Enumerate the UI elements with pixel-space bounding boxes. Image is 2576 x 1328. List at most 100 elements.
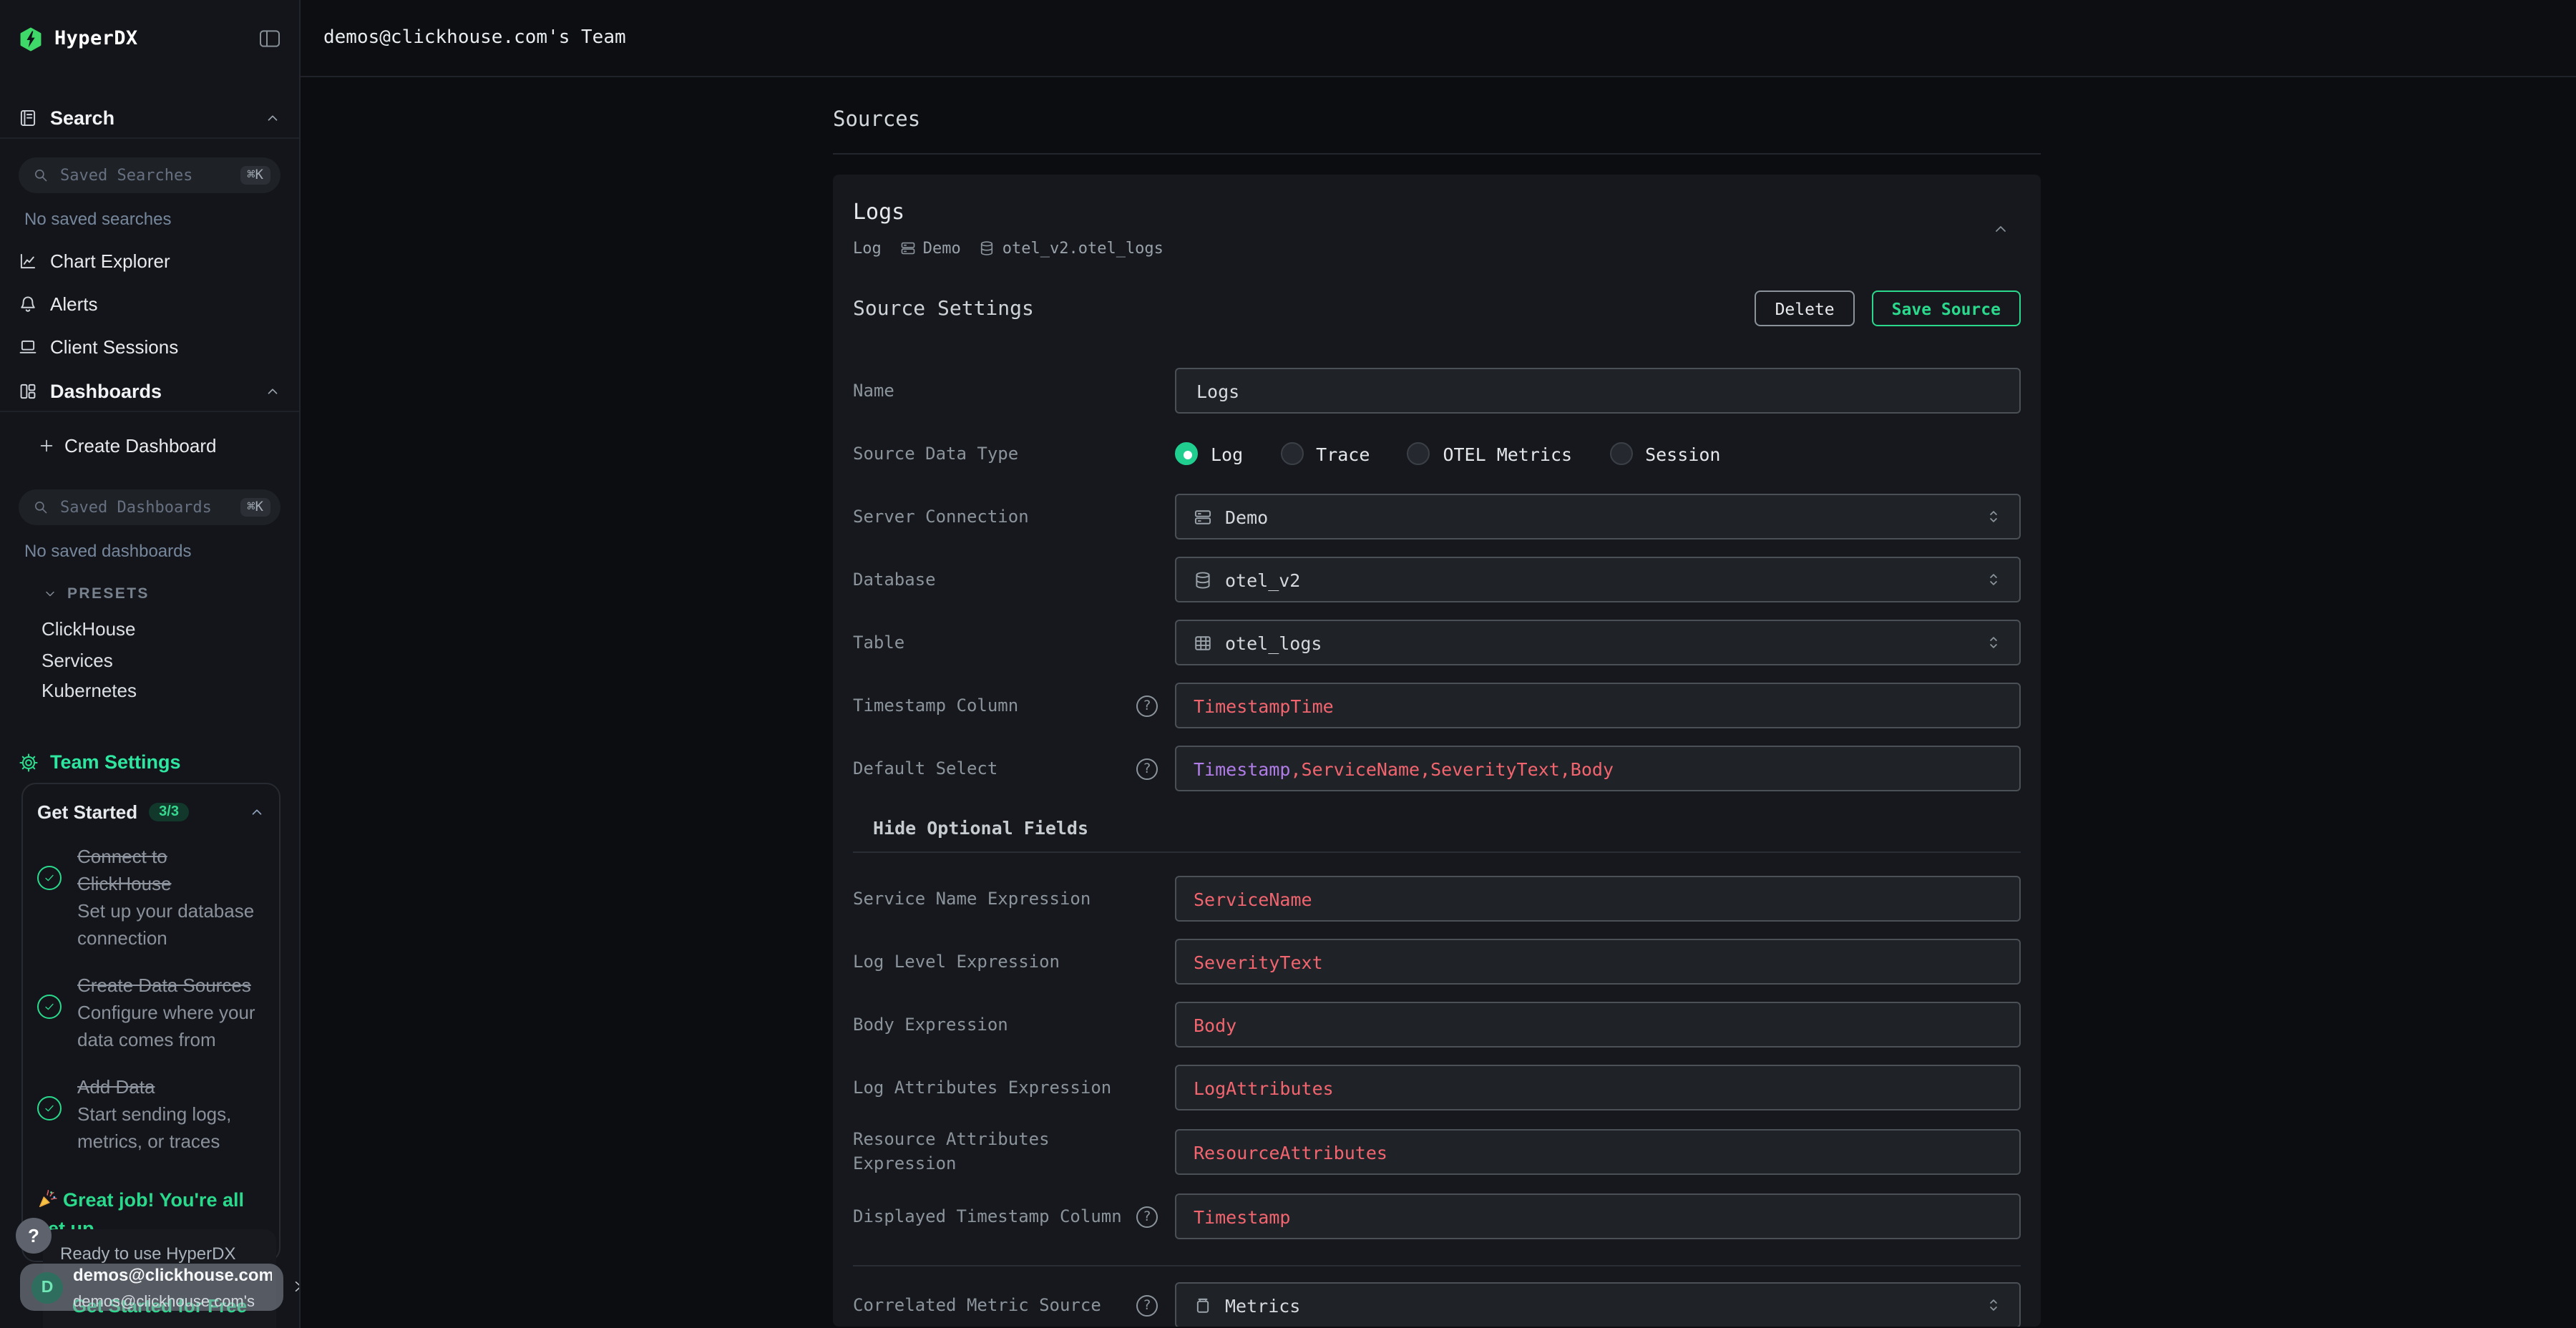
get-started-item-desc: Configure where your data comes from: [77, 1002, 255, 1050]
log-attributes-expression-input[interactable]: LogAttributes: [1175, 1065, 2021, 1110]
service-name-expression-input[interactable]: ServiceName: [1175, 876, 2021, 922]
check-circle-icon: [37, 866, 62, 890]
sidebar-item-client-sessions[interactable]: Client Sessions: [0, 325, 299, 368]
database-label: Database: [853, 567, 1175, 592]
name-textfield[interactable]: [1194, 379, 2002, 403]
field-row-displayed-timestamp-column: Displayed Timestamp Column?Timestamp: [853, 1193, 2021, 1239]
connection-badge: Demo: [900, 239, 961, 258]
sidebar-nav: Chart Explorer Alerts Client Sessions: [0, 239, 299, 368]
hide-optional-fields-toggle[interactable]: Hide Optional Fields: [873, 817, 2021, 839]
no-saved-dashboards-text: No saved dashboards: [24, 541, 299, 561]
source-badges: Log Demo: [853, 239, 2021, 258]
default-select-input[interactable]: Timestamp,ServiceName,SeverityText,Body: [1175, 746, 2021, 791]
chevron-up-icon[interactable]: [265, 383, 280, 399]
field-row-resource-attributes-expression: Resource Attributes ExpressionResourceAt…: [853, 1128, 2021, 1176]
default-select-help-icon[interactable]: ?: [1136, 758, 1158, 779]
divider: [853, 1265, 2021, 1266]
chevron-up-down-icon: [1985, 1295, 2002, 1315]
table-icon: [1194, 633, 1212, 652]
radio-dot[interactable]: [1280, 442, 1303, 465]
server-icon: [900, 240, 916, 256]
metrics-icon: [1194, 1296, 1212, 1314]
server-connection-select[interactable]: Demo: [1175, 494, 2021, 540]
check-circle-icon: [37, 995, 62, 1019]
magnifier-icon: [33, 167, 49, 183]
avatar: D: [31, 1271, 63, 1303]
saved-searches-input[interactable]: [57, 165, 240, 186]
radio-session[interactable]: Session: [1609, 442, 1720, 465]
get-started-progress-badge: 3/3: [149, 803, 189, 821]
correlated-metric-source-value: Metrics: [1225, 1294, 1300, 1316]
radio-dot[interactable]: [1407, 442, 1430, 465]
radio-otel-metrics[interactable]: OTEL Metrics: [1407, 442, 1572, 465]
topbar: demos@clickhouse.com's Team: [301, 0, 2576, 77]
table-label: Table: [853, 630, 1175, 655]
field-row-log-level-expression: Log Level ExpressionSeverityText: [853, 939, 2021, 985]
field-row-table: Tableotel_logs: [853, 620, 2021, 665]
hyperdx-logo-icon: [19, 26, 43, 51]
table-select[interactable]: otel_logs: [1175, 620, 2021, 665]
get-started-header: Get Started 3/3: [37, 801, 265, 823]
sidebar-item-team-settings[interactable]: Team Settings: [0, 741, 299, 783]
party-popper-icon: [37, 1189, 57, 1209]
radio-dot[interactable]: [1609, 442, 1632, 465]
field-row-correlated-metric-source: Correlated Metric Source?Metrics: [853, 1282, 2021, 1327]
correlated-metric-source-select[interactable]: Metrics: [1175, 1282, 2021, 1327]
delete-button[interactable]: Delete: [1755, 290, 1855, 326]
saved-dashboards-input[interactable]: [57, 497, 240, 518]
resource-attributes-expression-input[interactable]: ResourceAttributes: [1175, 1129, 2021, 1175]
create-dashboard-button[interactable]: Create Dashboard: [0, 424, 299, 467]
timestamp-column-help-icon[interactable]: ?: [1136, 695, 1158, 716]
radio-trace[interactable]: Trace: [1280, 442, 1370, 465]
field-row-source-data-type: Source Data TypeLogTraceOTEL MetricsSess…: [853, 431, 2021, 477]
server-icon: [1194, 507, 1212, 526]
chevron-up-down-icon: [1985, 633, 2002, 653]
field-row-log-attributes-expression: Log Attributes ExpressionLogAttributes: [853, 1065, 2021, 1110]
displayed-timestamp-column-input[interactable]: Timestamp: [1175, 1193, 2021, 1239]
database-select[interactable]: otel_v2: [1175, 557, 2021, 602]
preset-item-services[interactable]: Services: [0, 645, 299, 675]
saved-dashboards-searchbox[interactable]: ⌘K: [19, 489, 280, 525]
timestamp-column-label: Timestamp Column?: [853, 693, 1175, 718]
magnifier-icon: [33, 499, 49, 515]
displayed-timestamp-column-help-icon[interactable]: ?: [1136, 1206, 1158, 1227]
main-area: demos@clickhouse.com's Team Sources Logs…: [301, 0, 2576, 1328]
dashboards-section-header[interactable]: Dashboards: [0, 371, 299, 411]
chevron-up-icon[interactable]: [249, 804, 265, 820]
chevron-up-icon[interactable]: [1992, 220, 2009, 238]
database-icon: [980, 240, 995, 256]
get-started-item-title[interactable]: Connect to ClickHouse: [77, 846, 172, 894]
timestamp-column-input[interactable]: TimestampTime: [1175, 683, 2021, 728]
sidebar-collapse-icon[interactable]: [259, 29, 280, 49]
help-button[interactable]: ?: [16, 1218, 52, 1254]
radio-dot[interactable]: [1175, 442, 1198, 465]
shortcut-badge: ⌘K: [240, 166, 270, 185]
preset-item-clickhouse[interactable]: ClickHouse: [0, 614, 299, 645]
presets-toggle[interactable]: PRESETS: [0, 581, 299, 607]
get-started-title: Get Started: [37, 801, 137, 823]
get-started-item-title[interactable]: Add Data: [77, 1076, 155, 1098]
search-section-header[interactable]: Search: [0, 97, 299, 137]
chevron-up-down-icon: [1985, 507, 2002, 527]
code-segment: Timestamp: [1194, 1206, 1290, 1227]
get-started-item-title[interactable]: Create Data Sources: [77, 975, 251, 996]
search-section-label: Search: [50, 107, 114, 128]
body-expression-input[interactable]: Body: [1175, 1002, 2021, 1048]
sidebar-item-chart-explorer[interactable]: Chart Explorer: [0, 239, 299, 282]
chevron-right-icon[interactable]: [291, 1275, 301, 1298]
settings-title: Source Settings: [853, 297, 1034, 320]
sidebar-item-alerts[interactable]: Alerts: [0, 282, 299, 325]
correlated-metric-source-help-icon[interactable]: ?: [1136, 1294, 1158, 1316]
line-chart-icon: [19, 251, 37, 270]
log-level-expression-input[interactable]: SeverityText: [1175, 939, 2021, 985]
service-name-expression-label: Service Name Expression: [853, 887, 1175, 911]
bell-icon: [19, 294, 37, 313]
name-input[interactable]: [1175, 368, 2021, 414]
radio-log[interactable]: Log: [1175, 442, 1243, 465]
preset-item-kubernetes[interactable]: Kubernetes: [0, 675, 299, 706]
save-source-button[interactable]: Save Source: [1872, 290, 2021, 326]
user-menu[interactable]: D demos@clickhouse.com demos@clickhouse.…: [20, 1264, 283, 1311]
saved-searches-searchbox[interactable]: ⌘K: [19, 157, 280, 193]
chevron-up-icon[interactable]: [265, 109, 280, 125]
get-started-item-desc: Start sending logs, metrics, or traces: [77, 1103, 231, 1152]
